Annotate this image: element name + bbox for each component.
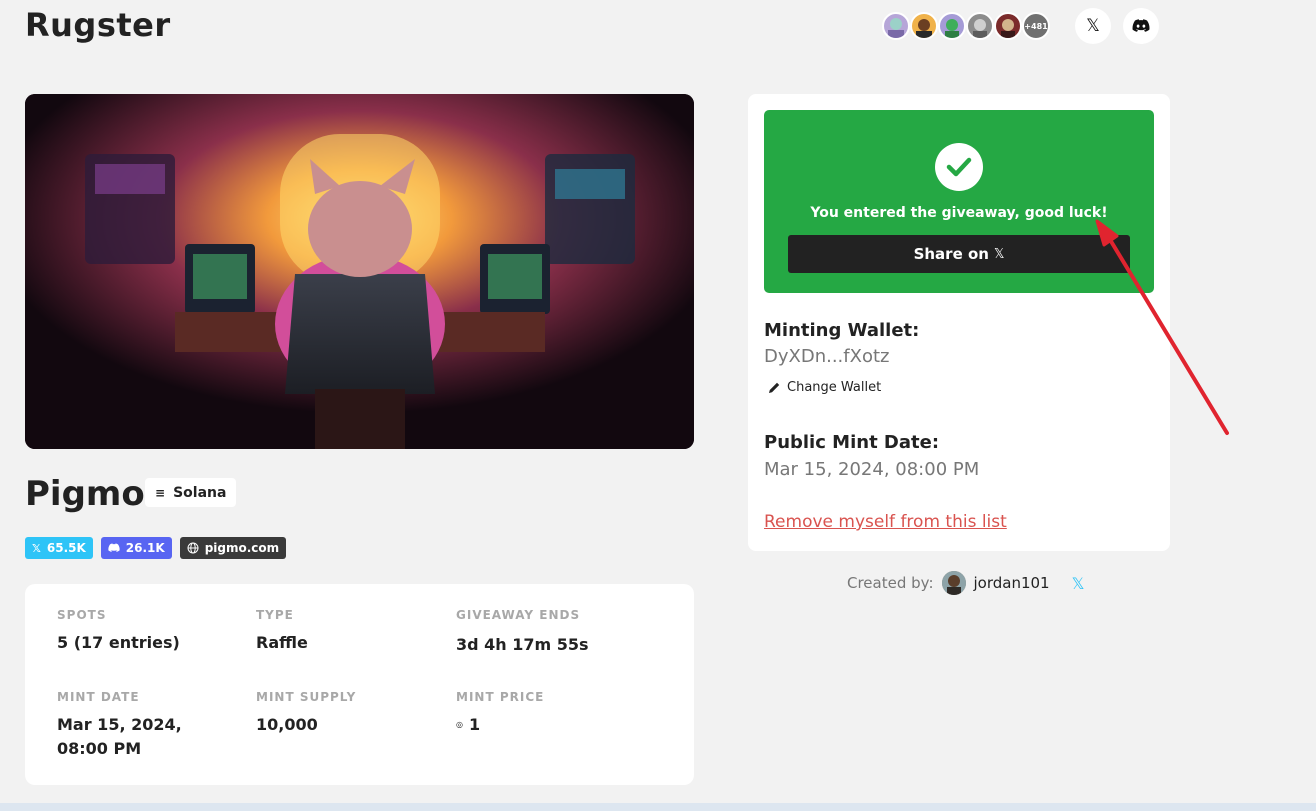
project-hero-image — [25, 94, 694, 449]
project-name: Pigmo — [25, 474, 145, 514]
share-label: Share on — [913, 245, 989, 263]
entry-panel: You entered the giveaway, good luck! Sha… — [748, 94, 1170, 551]
stat-value: ◎ 1 — [456, 713, 646, 737]
stat-label: MINT SUPPLY — [256, 690, 357, 704]
pencil-icon — [769, 382, 780, 393]
website-url: pigmo.com — [204, 541, 280, 555]
stat-label: SPOTS — [57, 608, 107, 622]
change-wallet-label: Change Wallet — [787, 380, 882, 395]
stat-type: TYPE Raffle — [256, 608, 446, 655]
creator-name[interactable]: jordan101 — [974, 574, 1050, 592]
giveaway-stats-card: SPOTS 5 (17 entries) TYPE Raffle GIVEAWA… — [25, 584, 694, 785]
x-icon: 𝕏 — [1086, 16, 1100, 36]
created-by: Created by: jordan101 𝕏 — [847, 571, 1085, 595]
stat-value: Mar 15, 2024, 08:00 PM — [57, 715, 182, 758]
site-logo-text[interactable]: Rugster — [25, 6, 171, 44]
stat-value: 10,000 — [256, 715, 318, 734]
stat-mint-supply: MINT SUPPLY 10,000 — [256, 690, 446, 737]
change-wallet-button[interactable]: Change Wallet — [768, 380, 881, 395]
checkmark-icon — [935, 143, 983, 191]
x-icon: 𝕏 — [32, 541, 41, 555]
website-badge[interactable]: pigmo.com — [179, 537, 287, 559]
entry-success-banner: You entered the giveaway, good luck! Sha… — [764, 110, 1154, 293]
share-on-x-button[interactable]: Share on 𝕏 — [788, 235, 1130, 273]
participant-avatar — [882, 12, 910, 40]
twitter-followers-count: 65.5K — [46, 541, 86, 555]
solana-icon: ≡ — [155, 485, 166, 500]
stat-label: MINT DATE — [57, 690, 140, 704]
discord-icon — [108, 543, 120, 552]
discord-members-badge[interactable]: 26.1K — [100, 537, 172, 559]
stat-label: MINT PRICE — [456, 690, 545, 704]
stat-value: Raffle — [256, 633, 308, 652]
remove-from-list-link[interactable]: Remove myself from this list — [764, 512, 1007, 532]
x-icon: 𝕏 — [993, 246, 1005, 262]
minting-wallet-label: Minting Wallet: — [764, 320, 920, 341]
success-message: You entered the giveaway, good luck! — [810, 205, 1108, 221]
stat-label: GIVEAWAY ENDS — [456, 608, 581, 622]
x-icon[interactable]: 𝕏 — [1072, 574, 1085, 593]
social-stats-badges: 𝕏 65.5K 26.1K pigmo.com — [25, 537, 287, 559]
stat-value: 5 (17 entries) — [57, 633, 180, 652]
created-by-label: Created by: — [847, 574, 934, 592]
stat-mint-price: MINT PRICE ◎ 1 — [456, 690, 646, 737]
discord-members-count: 26.1K — [125, 541, 165, 555]
creator-avatar[interactable] — [941, 571, 966, 595]
chain-name: Solana — [173, 484, 227, 501]
twitter-followers-badge[interactable]: 𝕏 65.5K — [25, 537, 93, 559]
stat-giveaway-ends: GIVEAWAY ENDS 3d 4h 17m 55s — [456, 608, 646, 657]
public-mint-date-label: Public Mint Date: — [764, 432, 940, 453]
solana-coin-icon: ◎ — [456, 720, 463, 729]
stat-mint-date: MINT DATE Mar 15, 2024, 08:00 PM — [57, 690, 237, 761]
participant-avatars[interactable]: +481 — [882, 12, 1050, 40]
x-social-button[interactable]: 𝕏 — [1075, 8, 1111, 44]
public-mint-date-value: Mar 15, 2024, 08:00 PM — [764, 459, 980, 480]
participant-avatar — [910, 12, 938, 40]
discord-social-button[interactable] — [1123, 8, 1159, 44]
mint-price-amount: 1 — [468, 715, 481, 734]
globe-icon — [187, 542, 199, 554]
stat-spots: SPOTS 5 (17 entries) — [57, 608, 247, 655]
participant-avatar — [966, 12, 994, 40]
stat-value: 3d 4h 17m 55s — [456, 635, 589, 654]
minting-wallet-address: DyXDn...fXotz — [764, 346, 890, 367]
chain-badge: ≡ Solana — [145, 478, 237, 507]
bottom-edge-strip — [0, 803, 1316, 811]
more-participants-count[interactable]: +481 — [1022, 12, 1050, 40]
discord-icon — [1132, 19, 1150, 32]
stat-label: TYPE — [256, 608, 294, 622]
participant-avatar — [994, 12, 1022, 40]
participant-avatar — [938, 12, 966, 40]
